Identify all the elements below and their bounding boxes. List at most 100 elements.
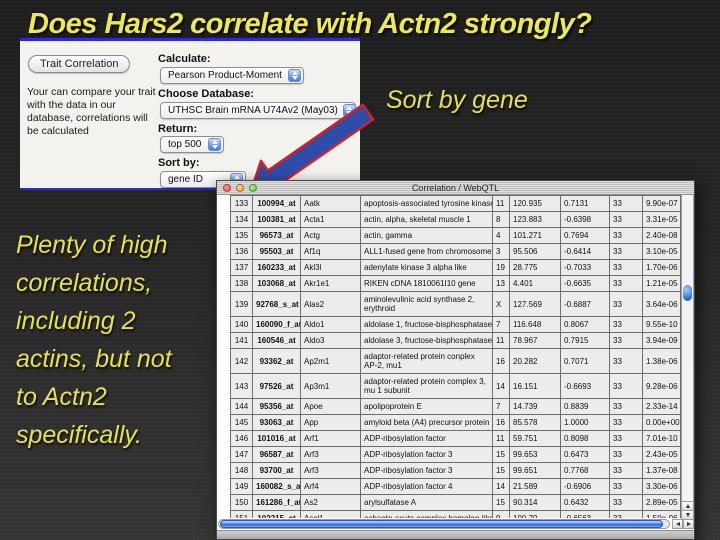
trait-correlation-button[interactable]: Trait Correlation [28,55,130,73]
return-label: Return: [158,123,197,135]
correlation-link[interactable]: -0.6398 [561,212,610,228]
window-footer [217,530,694,539]
gene-symbol-link[interactable]: Arf4 [301,479,361,495]
correlation-link[interactable]: 0.7071 [561,349,610,374]
zoom-button-icon[interactable] [249,184,257,192]
probe-id-link[interactable]: 93362_at [253,349,301,374]
correlation-link[interactable]: -0.6414 [561,244,610,260]
probe-id-link[interactable]: 103068_at [253,276,301,292]
chromosome: X [493,292,510,317]
minimize-button-icon[interactable] [236,184,244,192]
correlation-link[interactable]: -0.6563 [561,511,610,519]
correlation-link[interactable]: 0.6432 [561,495,610,511]
probe-id-link[interactable]: 100381_at [253,212,301,228]
probe-id-link[interactable]: 160546_at [253,333,301,349]
gene-symbol-link[interactable]: Akl3l [301,260,361,276]
gene-symbol-link[interactable]: Arf3 [301,463,361,479]
probe-id-link[interactable]: 92768_s_at [253,292,301,317]
gene-symbol-link[interactable]: Ap3m1 [301,374,361,399]
gene-symbol-link[interactable]: Alas2 [301,292,361,317]
correlation-link[interactable]: -0.7033 [561,260,610,276]
probe-id-link[interactable]: 93063_at [253,415,301,431]
row-index: 135 [231,228,253,244]
probe-id-link[interactable]: 96587_at [253,447,301,463]
window-titlebar[interactable]: Correlation / WebQTL [217,181,694,195]
gene-symbol-link[interactable]: Acta1 [301,212,361,228]
gene-symbol-link[interactable]: App [301,415,361,431]
probe-id-link[interactable]: 161286_f_at [253,495,301,511]
gene-symbol-link[interactable]: Ap2m1 [301,349,361,374]
gene-symbol-link[interactable]: Apoe [301,399,361,415]
n-cases: 33 [610,196,643,212]
probe-id-link[interactable]: 101016_at [253,431,301,447]
correlation-link[interactable]: 0.8067 [561,317,610,333]
correlation-link[interactable]: -0.6887 [561,292,610,317]
probe-id-link[interactable]: 95356_at [253,399,301,415]
gene-symbol-link[interactable]: Aldo1 [301,317,361,333]
chromosome: 7 [493,399,510,415]
chromosome: 11 [493,431,510,447]
row-index: 141 [231,333,253,349]
gene-symbol-link[interactable]: Aldo3 [301,333,361,349]
horizontal-scrollbar-thumb[interactable] [220,520,663,528]
position-mb: 78.967 [510,333,561,349]
gene-symbol-link[interactable]: Af1q [301,244,361,260]
n-cases: 33 [610,431,643,447]
correlation-link[interactable]: 0.8839 [561,399,610,415]
gene-description: actin, gamma [361,228,493,244]
probe-id-link[interactable]: 102215_at [253,511,301,519]
calculate-dropdown[interactable]: Pearson Product-Moment [160,67,304,84]
probe-id-link[interactable]: 95503_at [253,244,301,260]
scroll-down-button[interactable] [682,510,693,519]
correlation-link[interactable]: 0.6473 [561,447,610,463]
position-mb: 95.506 [510,244,561,260]
traffic-lights [223,184,257,192]
probe-id-link[interactable]: 96573_at [253,228,301,244]
correlation-link[interactable]: 0.7915 [561,333,610,349]
gene-symbol-link[interactable]: As2 [301,495,361,511]
horizontal-scrollbar-buttons [672,519,694,529]
return-dropdown[interactable]: top 500 [160,136,224,153]
gene-symbol-link[interactable]: Akr1e1 [301,276,361,292]
probe-id-link[interactable]: 160090_f_at [253,317,301,333]
correlation-link[interactable]: -0.6693 [561,374,610,399]
gene-description: ADP-ribosylation factor 3 [361,463,493,479]
close-button-icon[interactable] [223,184,231,192]
correlation-link[interactable]: -0.6906 [561,479,610,495]
table-row: 146101016_atArf1ADP-ribosylation factor1… [231,431,681,447]
vertical-scrollbar-thumb[interactable] [683,285,692,301]
p-value: 0.00e+00 [643,415,681,431]
correlation-link[interactable]: -0.6635 [561,276,610,292]
gene-description: arylsulfatase A [361,495,493,511]
n-cases: 33 [610,415,643,431]
scroll-right-button[interactable] [683,519,694,529]
calculate-dropdown-value: Pearson Product-Moment [168,70,283,81]
scroll-left-button[interactable] [672,519,683,529]
correlation-link[interactable]: 0.7694 [561,228,610,244]
vertical-scrollbar[interactable] [681,195,694,519]
n-cases: 33 [610,374,643,399]
gene-symbol-link[interactable]: Arf1 [301,431,361,447]
probe-id-link[interactable]: 160233_at [253,260,301,276]
probe-id-link[interactable]: 97526_at [253,374,301,399]
horizontal-scrollbar[interactable] [218,519,670,529]
gene-symbol-link[interactable]: Aatk [301,196,361,212]
gene-description: adaptor-related protein complex 3, mu 1 … [361,374,493,399]
probe-id-link[interactable]: 93700_at [253,463,301,479]
scroll-up-button[interactable] [682,501,693,510]
gene-symbol-link[interactable]: Ascl1 [301,511,361,519]
correlation-link[interactable]: 0.8098 [561,431,610,447]
correlation-link[interactable]: 0.7131 [561,196,610,212]
p-value: 3.64e-06 [643,292,681,317]
gene-description: ADP-ribosylation factor [361,431,493,447]
n-cases: 33 [610,212,643,228]
correlation-link[interactable]: 1.0000 [561,415,610,431]
chromosome: 14 [493,479,510,495]
gene-symbol-link[interactable]: Arf3 [301,447,361,463]
correlation-link[interactable]: 0.7768 [561,463,610,479]
gene-symbol-link[interactable]: Actg [301,228,361,244]
position-mb: 120.935 [510,196,561,212]
row-index: 133 [231,196,253,212]
probe-id-link[interactable]: 160082_s_at [253,479,301,495]
probe-id-link[interactable]: 100994_at [253,196,301,212]
